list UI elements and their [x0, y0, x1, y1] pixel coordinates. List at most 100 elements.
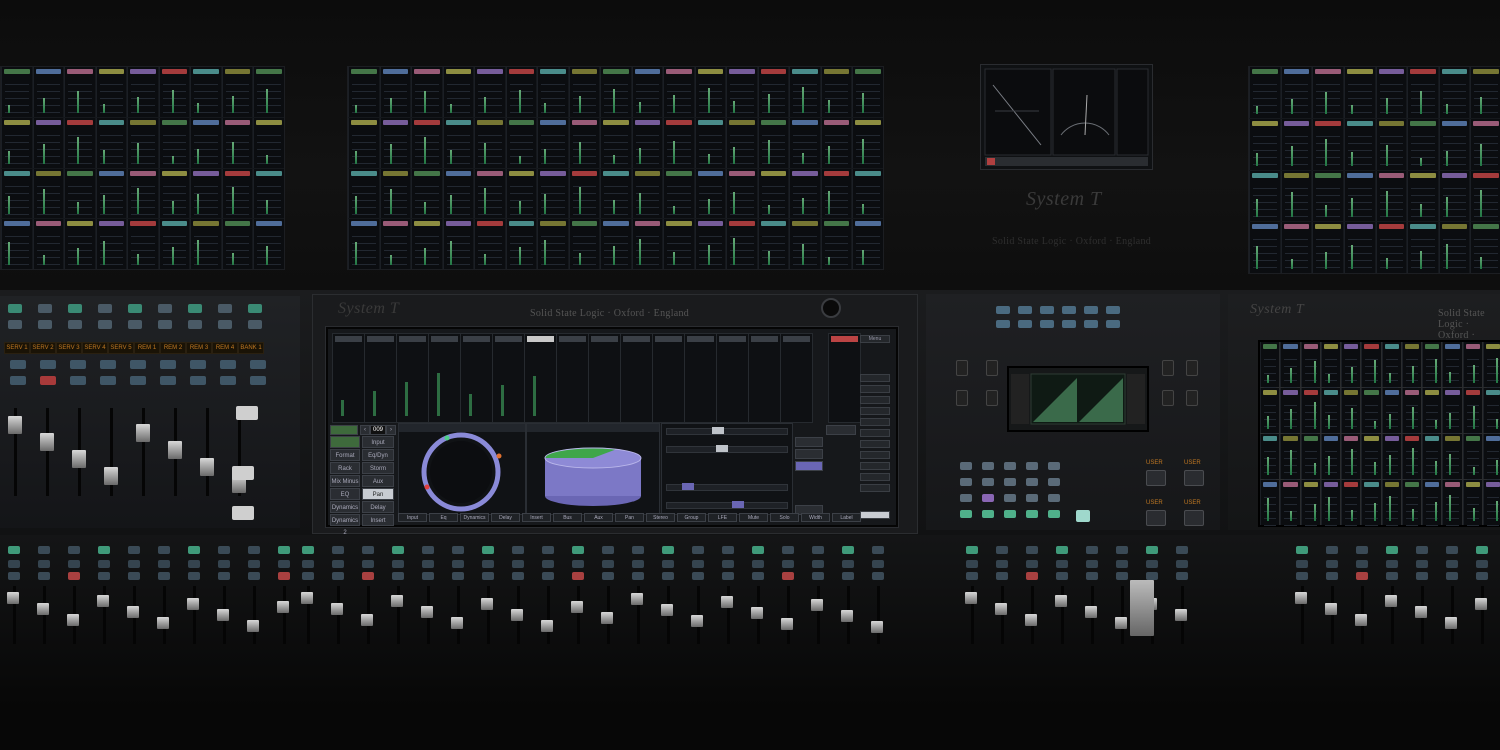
softkey[interactable]: Pan [615, 513, 644, 522]
lower-key[interactable] [38, 546, 50, 554]
lower-key[interactable] [1116, 546, 1128, 554]
side-button[interactable] [860, 374, 890, 382]
lower-key[interactable] [542, 560, 554, 568]
lower-key[interactable] [812, 546, 824, 554]
parameter-sliders-panel[interactable] [661, 423, 793, 515]
close-panel-button[interactable] [826, 425, 856, 435]
lower-key[interactable] [1146, 572, 1158, 580]
lower-key[interactable] [218, 546, 230, 554]
user-key[interactable] [1146, 510, 1166, 526]
lower-key[interactable] [248, 572, 260, 580]
serv-label[interactable]: REM 2 [160, 342, 186, 354]
param-slider-4-knob[interactable] [732, 501, 744, 508]
lower-key[interactable] [158, 546, 170, 554]
channel-strip[interactable] [748, 333, 781, 423]
channel-key[interactable] [188, 304, 202, 313]
serv-label[interactable]: SERV 5 [108, 342, 134, 354]
channel-key[interactable] [250, 376, 266, 385]
serv-label[interactable]: SERV 1 [4, 342, 30, 354]
lower-key[interactable] [482, 546, 494, 554]
center-key[interactable] [1076, 510, 1090, 522]
channel-key[interactable] [158, 304, 172, 313]
center-key[interactable] [1106, 320, 1120, 328]
encoder-knob[interactable] [986, 390, 998, 406]
mode-button[interactable]: Rack [330, 462, 360, 474]
lower-key[interactable] [662, 572, 674, 580]
channel-strip[interactable] [716, 333, 749, 423]
center-key[interactable] [1048, 494, 1060, 502]
softkey[interactable]: Dynamics [460, 513, 489, 522]
center-key[interactable] [1026, 462, 1038, 470]
param-slider-1[interactable] [666, 428, 788, 435]
channel-key[interactable] [68, 304, 82, 313]
softkey[interactable]: Mute [739, 513, 768, 522]
lower-key[interactable] [1056, 546, 1068, 554]
lower-fader-cap[interactable] [965, 592, 977, 604]
channel-key[interactable] [70, 360, 86, 369]
side-button[interactable] [860, 484, 890, 492]
lower-key[interactable] [1026, 560, 1038, 568]
channel-key[interactable] [38, 320, 52, 329]
lower-key[interactable] [98, 560, 110, 568]
channel-strip[interactable] [556, 333, 589, 423]
encoder-knob[interactable] [1162, 360, 1174, 376]
param-slider-3-knob[interactable] [682, 483, 694, 490]
channel-key[interactable] [98, 304, 112, 313]
param-slider-4[interactable] [666, 502, 788, 509]
channel-key[interactable] [40, 376, 56, 385]
center-key[interactable] [1106, 306, 1120, 314]
lower-key[interactable] [872, 560, 884, 568]
lower-key[interactable] [966, 572, 978, 580]
lower-key[interactable] [302, 546, 314, 554]
lower-key[interactable] [1086, 572, 1098, 580]
channel-key[interactable] [38, 304, 52, 313]
lower-key[interactable] [8, 560, 20, 568]
serv-label[interactable]: SERV 3 [56, 342, 82, 354]
center-key[interactable] [982, 478, 994, 486]
lower-key[interactable] [572, 560, 584, 568]
side-button[interactable] [860, 462, 890, 470]
mode-button[interactable]: Pan [362, 488, 394, 500]
lower-fader-cap[interactable] [1055, 595, 1067, 607]
lower-fader-cap[interactable] [157, 617, 169, 629]
lower-key[interactable] [452, 572, 464, 580]
lower-key[interactable] [996, 546, 1008, 554]
lower-key[interactable] [1296, 560, 1308, 568]
lower-key[interactable] [1476, 572, 1488, 580]
lower-key[interactable] [68, 560, 80, 568]
lower-key[interactable] [248, 560, 260, 568]
lower-key[interactable] [872, 546, 884, 554]
lower-key[interactable] [128, 546, 140, 554]
lower-key[interactable] [602, 560, 614, 568]
lower-key[interactable] [782, 560, 794, 568]
user-key[interactable] [1184, 510, 1204, 526]
side-button[interactable] [860, 473, 890, 481]
lower-fader-cap[interactable] [361, 614, 373, 626]
panner-graphic[interactable] [399, 424, 525, 514]
lower-fader-cap[interactable] [601, 612, 613, 624]
lower-key[interactable] [512, 572, 524, 580]
lower-key[interactable] [98, 572, 110, 580]
fader-cap[interactable] [104, 467, 118, 485]
control-screen-graphic[interactable] [1009, 368, 1147, 430]
center-key[interactable] [1048, 478, 1060, 486]
channel-key[interactable] [190, 376, 206, 385]
lower-key[interactable] [1416, 560, 1428, 568]
lower-key[interactable] [422, 572, 434, 580]
lower-key[interactable] [966, 546, 978, 554]
lower-key[interactable] [218, 560, 230, 568]
lower-key[interactable] [1446, 572, 1458, 580]
side-button[interactable] [860, 396, 890, 404]
touch-screen[interactable]: ‹ 009 › FormatRackMix MinusEQDynamics 1D… [326, 327, 898, 536]
lower-key[interactable] [392, 560, 404, 568]
lower-key[interactable] [392, 572, 404, 580]
lower-fader-cap[interactable] [841, 610, 853, 622]
lower-fader-cap[interactable] [781, 618, 793, 630]
lower-key[interactable] [302, 560, 314, 568]
lower-key[interactable] [542, 546, 554, 554]
center-key[interactable] [1062, 320, 1076, 328]
lower-key[interactable] [1326, 572, 1338, 580]
lower-key[interactable] [1416, 572, 1428, 580]
lower-key[interactable] [38, 572, 50, 580]
fader-cap[interactable] [200, 458, 214, 476]
